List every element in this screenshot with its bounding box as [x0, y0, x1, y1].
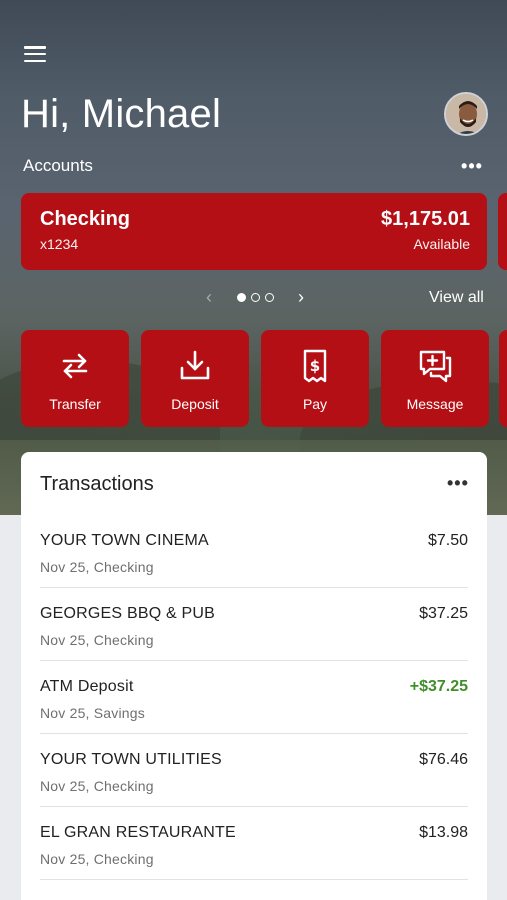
greeting-title: Hi, Michael [21, 92, 222, 136]
checking-account-card[interactable]: Checking x1234 $1,175.01 Available [21, 193, 487, 270]
account-pager: ‹ › [200, 286, 310, 308]
transaction-amount: $7.50 [427, 532, 468, 549]
transaction-row[interactable]: EL GRAN RESTAURANTE Nov 25, Checking $13.9… [40, 807, 468, 880]
pay-label: Pay [302, 396, 328, 412]
transaction-merchant: YOUR TOWN CINEMA [40, 532, 209, 549]
message-button[interactable]: Message [381, 330, 489, 427]
deposit-label: Deposit [171, 396, 219, 412]
transfer-icon [62, 353, 88, 379]
message-icon [419, 350, 452, 383]
transaction-row[interactable]: ATM Deposit Nov 25, Savings +$37.25 [40, 661, 468, 734]
hamburger-menu-icon[interactable] [24, 44, 46, 64]
pay-bill-icon: $ [303, 349, 327, 383]
transaction-date-account: Nov 25, Checking [40, 778, 154, 794]
transactions-list: YOUR TOWN CINEMA Nov 25, Checking $7.50 GEO… [21, 515, 487, 880]
transaction-amount: +$37.25 [409, 678, 468, 695]
deposit-icon [180, 350, 210, 380]
page-indicator-dot[interactable] [236, 292, 246, 302]
next-account-card-peek[interactable] [498, 193, 507, 270]
transaction-row[interactable]: GEORGES BBQ & PUB Nov 25, Checking $37.25 [40, 588, 468, 661]
next-action-peek[interactable] [499, 330, 507, 427]
chevron-left-icon[interactable]: ‹ [200, 287, 218, 308]
page-indicator-dots [236, 292, 274, 302]
transaction-merchant: EL GRAN RESTAURANTE [40, 824, 236, 841]
account-number: x1234 [40, 236, 79, 252]
account-name: Checking [40, 208, 131, 230]
quick-actions: Transfer Deposit $ Pay Message [21, 330, 489, 427]
transactions-panel: Transactions ••• YOUR TOWN CINEMA Nov 25,… [21, 452, 487, 900]
transaction-merchant: GEORGES BBQ & PUB [40, 605, 216, 622]
transaction-date-account: Nov 25, Savings [40, 705, 145, 721]
transaction-amount: $76.46 [419, 751, 468, 768]
deposit-button[interactable]: Deposit [141, 330, 249, 427]
transfer-label: Transfer [49, 396, 101, 412]
transaction-row[interactable]: YOUR TOWN UTILITIES Nov 25, Checking $76.4… [40, 734, 468, 807]
transfer-button[interactable]: Transfer [21, 330, 129, 427]
transaction-merchant: ATM Deposit [40, 678, 134, 695]
view-all-link[interactable]: View all [429, 289, 484, 307]
chevron-right-icon[interactable]: › [292, 287, 310, 308]
pay-button[interactable]: $ Pay [261, 330, 369, 427]
transaction-amount: $13.98 [419, 824, 468, 841]
transaction-merchant: YOUR TOWN UTILITIES [40, 751, 222, 768]
message-label: Message [406, 396, 464, 412]
avatar[interactable] [444, 92, 488, 136]
account-balance: $1,175.01 [381, 208, 470, 230]
transactions-more-options-icon[interactable]: ••• [447, 474, 471, 492]
page-indicator-dot[interactable] [250, 292, 260, 302]
accounts-section-label: Accounts [23, 156, 93, 175]
transaction-date-account: Nov 25, Checking [40, 632, 154, 648]
transactions-title: Transactions [40, 473, 154, 495]
transaction-row[interactable]: YOUR TOWN CINEMA Nov 25, Checking $7.50 [40, 515, 468, 588]
transaction-date-account: Nov 25, Checking [40, 851, 154, 867]
accounts-more-options-icon[interactable]: ••• [459, 157, 485, 175]
page-indicator-dot[interactable] [264, 292, 274, 302]
transaction-date-account: Nov 25, Checking [40, 559, 154, 575]
balance-label: Available [413, 236, 470, 252]
transaction-amount: $37.25 [419, 605, 468, 622]
svg-text:$: $ [310, 357, 320, 375]
